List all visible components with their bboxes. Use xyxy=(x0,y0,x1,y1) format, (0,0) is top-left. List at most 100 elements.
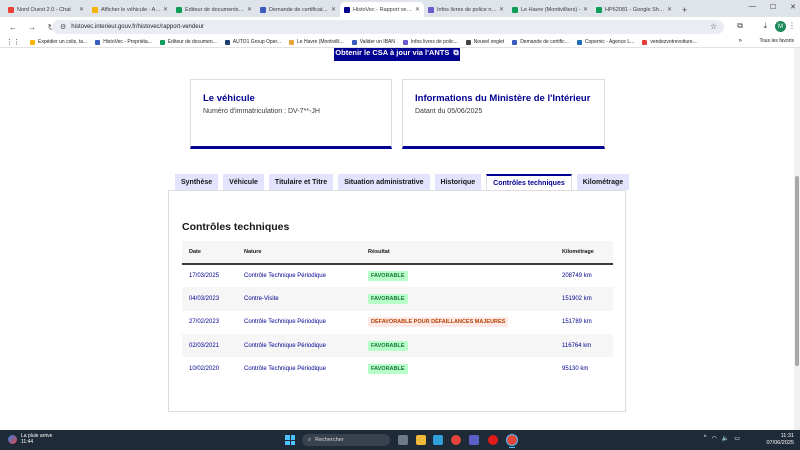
flag-icon xyxy=(344,6,350,13)
table-row: 27/02/2023 Contrôle Technique Périodique D… xyxy=(182,311,613,334)
close-tab-icon[interactable]: ✕ xyxy=(499,6,504,13)
cell-nature: Contrôle Technique Périodique xyxy=(244,365,326,372)
report-tabs: Synthèse Véhicule Titulaire et Titre Situat… xyxy=(175,174,634,191)
tech-control-table: Date Nature Résultat Kilométrage 17/03/2… xyxy=(182,241,613,380)
search-placeholder: Rechercher xyxy=(315,437,344,443)
bookmark-item[interactable]: Expédier un colis, ta... xyxy=(30,39,87,45)
bookmark-item[interactable]: HistoVec - Propriéta... xyxy=(95,39,152,45)
tab-3[interactable]: Situation administrative xyxy=(338,174,430,190)
system-tray: ^ ◠ 🔈 ▭ xyxy=(704,435,740,442)
avatar[interactable]: M xyxy=(775,21,786,32)
chevron-right-icon[interactable]: » xyxy=(739,38,742,44)
bookmark-item[interactable]: Le Havre (Montivilli... xyxy=(289,39,344,45)
new-tab-icon[interactable]: + xyxy=(682,5,687,15)
bookmark-list: Expédier un colis, ta... HistoVec - Propr… xyxy=(30,39,705,45)
browser-tab-title: HP62081 - Google Sheets xyxy=(605,6,665,13)
close-window-icon[interactable]: ✕ xyxy=(790,3,796,11)
browser-tab[interactable]: Infos livres de police num ✕ xyxy=(424,2,508,17)
bookmark-item[interactable]: Copernic - Agence L... xyxy=(576,39,634,45)
taskbar: La pluie arrive 11:44 ⌕ Rechercher ^ ◠ 🔈… xyxy=(0,430,800,450)
bookmark-star-icon[interactable]: ☆ xyxy=(710,22,717,31)
clock[interactable]: 11:31 07/06/2025 xyxy=(766,433,794,447)
browser-tab-title: HistoVec - Rapport vende xyxy=(353,6,413,13)
browser-tab[interactable]: HistoVec - Rapport vende ✕ xyxy=(340,2,424,17)
chrome-icon[interactable] xyxy=(451,435,461,445)
edge-icon[interactable] xyxy=(433,435,443,445)
browser-tab[interactable]: Demande de certificat de ✕ xyxy=(256,2,340,17)
tab-1[interactable]: Véhicule xyxy=(223,174,264,190)
bookmark-item[interactable]: vendezvotrevoiture... xyxy=(642,39,697,45)
close-tab-icon[interactable]: ✕ xyxy=(247,6,252,13)
cell-date: 10/02/2020 xyxy=(189,365,220,372)
browser-tab[interactable]: Editeur de documents du ✕ xyxy=(172,2,256,17)
bookmark-favicon-icon xyxy=(465,39,471,45)
tab-0[interactable]: Synthèse xyxy=(175,174,219,190)
bookmark-favicon-icon xyxy=(289,39,295,45)
tab-2[interactable]: Titulaire et Titre xyxy=(268,174,334,190)
bookmark-label: AUTO1 Group Oper... xyxy=(232,39,282,45)
vehicle-card: Le véhicule Numéro d'immatriculation : D… xyxy=(190,79,392,149)
cell-mileage: 95130 km xyxy=(562,365,589,372)
sheet-icon xyxy=(596,6,602,13)
scrollbar[interactable] xyxy=(794,48,800,430)
cell-date: 27/02/2023 xyxy=(189,319,220,326)
file-explorer-icon[interactable] xyxy=(416,435,426,445)
bookmark-item[interactable]: AUTO1 Group Oper... xyxy=(224,39,282,45)
csa-button-label: Obtenir le CSA à jour via l'ANTS xyxy=(335,48,450,57)
close-tab-icon[interactable]: ✕ xyxy=(331,6,336,13)
status-badge: FAVORABLE xyxy=(368,340,408,351)
browser-tab[interactable]: Afficher le véhicule - Adm ✕ xyxy=(88,2,172,17)
chrome-active-icon[interactable] xyxy=(507,435,517,448)
back-icon[interactable]: ← xyxy=(7,23,19,32)
bookmark-item[interactable]: Valider un IBAN xyxy=(351,39,395,45)
cell-mileage: 151789 km xyxy=(562,319,592,326)
browser-tab[interactable]: Le Havre (Montivilliers) - ✕ xyxy=(508,2,592,17)
volume-icon[interactable]: 🔈 xyxy=(722,435,729,442)
browser-tab[interactable]: Nord Ouest 2.0 - Chat ✕ xyxy=(4,2,88,17)
tab-6[interactable]: Kilométrage xyxy=(576,174,630,190)
table-row: 10/02/2020 Contrôle Technique Périodique F… xyxy=(182,357,613,380)
site-info-icon[interactable]: ⚙ xyxy=(60,23,66,31)
browser-tab[interactable]: HP62081 - Google Sheets ✕ xyxy=(592,2,676,17)
url-field[interactable]: ⚙ histovec.interieur.gouv.fr/histovec/ra… xyxy=(52,20,724,34)
close-tab-icon[interactable]: ✕ xyxy=(583,6,588,13)
teams-icon[interactable] xyxy=(469,435,479,445)
sheet-icon xyxy=(512,6,518,13)
close-tab-icon[interactable]: ✕ xyxy=(415,6,420,13)
windows-start-icon[interactable] xyxy=(285,435,295,445)
scrollbar-thumb[interactable] xyxy=(795,176,799,366)
tab-4[interactable]: Historique xyxy=(434,174,482,190)
cell-mileage: 151902 km xyxy=(555,287,613,311)
status-badge: FAVORABLE xyxy=(368,363,408,374)
task-view-icon[interactable] xyxy=(398,435,408,445)
bookmark-label: vendezvotrevoiture... xyxy=(650,39,697,45)
forward-icon[interactable]: → xyxy=(26,23,38,32)
bookmark-item[interactable]: Infos livres de polic... xyxy=(402,39,458,45)
bookmark-item[interactable]: Editeur de documen... xyxy=(159,39,217,45)
weather-widget[interactable]: La pluie arrive 11:44 xyxy=(8,433,52,445)
cell-result: FAVORABLE xyxy=(361,357,555,380)
extensions-icon[interactable]: ⧉ xyxy=(737,21,743,31)
opera-icon[interactable] xyxy=(488,435,498,445)
csa-button[interactable]: Obtenir le CSA à jour via l'ANTS ⧉ xyxy=(334,48,460,61)
address-bar-row: ← → ↻ ⚙ histovec.interieur.gouv.fr/histo… xyxy=(0,17,800,37)
maximize-icon[interactable]: ☐ xyxy=(770,3,776,11)
battery-icon[interactable]: ▭ xyxy=(734,435,740,442)
close-tab-icon[interactable]: ✕ xyxy=(667,6,672,13)
wifi-icon[interactable]: ◠ xyxy=(712,435,717,442)
square-icon xyxy=(428,6,434,13)
close-tab-icon[interactable]: ✕ xyxy=(163,6,168,13)
chevron-up-icon[interactable]: ^ xyxy=(704,435,707,442)
bookmark-item[interactable]: Nouvel onglet xyxy=(465,39,504,45)
taskbar-search[interactable]: ⌕ Rechercher xyxy=(302,434,390,446)
tab-5[interactable]: Contrôles techniques xyxy=(486,174,572,191)
close-tab-icon[interactable]: ✕ xyxy=(79,6,84,13)
apps-grid-icon[interactable]: ⋮⋮ xyxy=(6,38,20,46)
all-bookmarks[interactable]: Tous les favoris xyxy=(760,38,794,44)
cell-nature: Contrôle Technique Périodique xyxy=(237,333,361,358)
download-icon[interactable]: ⤓ xyxy=(763,21,767,31)
bookmark-item[interactable]: Demande de certific... xyxy=(512,39,569,45)
minimize-icon[interactable]: — xyxy=(749,3,756,11)
menu-icon[interactable]: ⋮ xyxy=(788,21,796,30)
bookmark-favicon-icon xyxy=(159,39,165,45)
